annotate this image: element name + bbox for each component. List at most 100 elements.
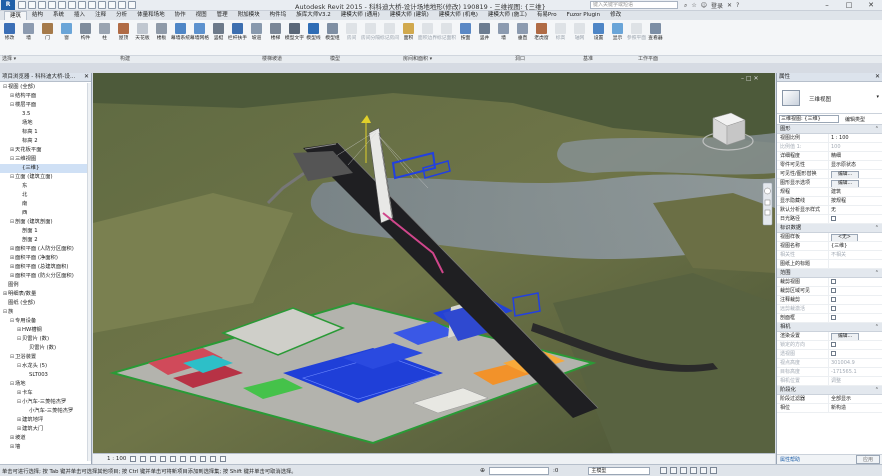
select-pinned-icon[interactable] (680, 467, 688, 474)
help-icon[interactable]: ? (736, 2, 739, 9)
ribbon-tool-button[interactable]: 房间分隔 (361, 21, 380, 55)
tree-item[interactable]: ⊟ 卫浴装置 (0, 353, 91, 362)
property-value[interactable]: 不相关 (829, 251, 882, 259)
property-value[interactable]: 编辑... (829, 170, 882, 178)
tree-item[interactable]: ⊟ 剖面 (建筑剖面) (0, 218, 91, 227)
revit-logo-icon[interactable]: R (1, 0, 15, 10)
tree-item[interactable]: ⊟ 三维视图 (0, 155, 91, 164)
ribbon-tool-button[interactable]: 天花板 (133, 21, 152, 55)
property-edit-button[interactable]: 编辑... (831, 333, 860, 340)
ribbon-panel-label[interactable]: 选择 ▾ (2, 56, 16, 63)
tree-item[interactable]: 北 (0, 191, 91, 200)
visual-style-icon[interactable] (140, 456, 147, 462)
subscription-icon[interactable]: ☆ (691, 2, 696, 9)
ribbon-tab[interactable]: Fuzor Plugin (562, 11, 605, 20)
ribbon-tool-button[interactable]: 按面 (456, 21, 475, 55)
property-value[interactable] (829, 296, 882, 304)
tree-item[interactable]: 标高 2 (0, 137, 91, 146)
project-browser-scrollbar[interactable] (87, 83, 91, 461)
tree-item[interactable]: ⊞ 结构平面 (0, 92, 91, 101)
property-value[interactable]: 显示原状态 (829, 161, 882, 169)
tree-item[interactable]: 图例 (0, 281, 91, 290)
property-value[interactable]: 无 (829, 206, 882, 214)
ribbon-tab[interactable]: 分析 (111, 11, 132, 20)
ribbon-tab[interactable]: 族库大师V3.2 (291, 11, 336, 20)
measure-icon[interactable] (78, 1, 86, 9)
tree-item[interactable]: ⊞ 面积平面 (总建筑面积) (0, 263, 91, 272)
sun-path-icon[interactable] (150, 456, 157, 462)
close-icon[interactable]: ✕ (860, 0, 882, 10)
property-value[interactable] (829, 314, 882, 322)
ribbon-panel-label[interactable]: 构建 (120, 56, 130, 63)
properties-help-link[interactable]: 属性帮助 (780, 456, 800, 463)
ribbon-tab[interactable]: 管理 (212, 11, 233, 20)
tree-item[interactable]: ⊟ 楼层平面 (0, 101, 91, 110)
tree-item[interactable]: 小汽车-三菱帕杰罗 (0, 407, 91, 416)
property-checkbox[interactable] (831, 315, 836, 320)
tree-item[interactable]: ⊞ 建筑地坪 (0, 416, 91, 425)
tree-item[interactable]: ⊞ 面积平面 (净面积) (0, 254, 91, 263)
ribbon-tab[interactable]: 修改 (605, 11, 626, 20)
maximize-icon[interactable]: □ (838, 0, 860, 10)
ribbon-tool-button[interactable]: 墙 (494, 21, 513, 55)
workset-select[interactable] (489, 466, 550, 475)
binoculars-icon[interactable]: ⌕ (684, 2, 687, 10)
property-edit-button[interactable]: 编辑... (831, 180, 860, 187)
ribbon-tab[interactable]: 有易Pro (532, 11, 562, 20)
property-value[interactable] (829, 341, 882, 349)
show-crop-icon[interactable] (190, 456, 197, 462)
property-value[interactable]: 调整 (829, 377, 882, 385)
tree-item[interactable]: ⊞ 天花板平面 (0, 146, 91, 155)
ribbon-tool-button[interactable]: 竖梃 (209, 21, 228, 55)
tree-item[interactable]: 场地 (0, 119, 91, 128)
section-icon[interactable] (108, 1, 116, 9)
shadows-icon[interactable] (160, 456, 167, 462)
property-value[interactable]: 100 (829, 143, 882, 151)
ribbon-tool-button[interactable]: 标记房间 (380, 21, 399, 55)
close-icon[interactable]: ✕ (84, 73, 89, 81)
property-checkbox[interactable] (831, 279, 836, 284)
lock-view-icon[interactable] (200, 456, 207, 462)
thin-lines-icon[interactable] (118, 1, 126, 9)
ribbon-tool-button[interactable]: 垂直 (513, 21, 532, 55)
close-icon[interactable]: ✕ (875, 73, 880, 81)
ribbon-tool-button[interactable]: 显示 (608, 21, 627, 55)
tree-item[interactable]: 图纸 (全部) (0, 299, 91, 308)
ribbon-tab[interactable]: 系统 (48, 11, 69, 20)
ribbon-tool-button[interactable]: 墙 (19, 21, 38, 55)
ribbon-tool-button[interactable]: 柱 (95, 21, 114, 55)
property-value[interactable] (829, 287, 882, 295)
property-value[interactable] (829, 350, 882, 358)
ribbon-tool-button[interactable]: 幕墙系统 (171, 21, 190, 55)
ribbon-tab[interactable]: 注释 (90, 11, 111, 20)
ribbon-tool-button[interactable]: 竖井 (475, 21, 494, 55)
user-icon[interactable]: ☺ (701, 2, 707, 9)
ribbon-tool-button[interactable]: 设置 (589, 21, 608, 55)
tree-item[interactable]: ⊞ 面积平面 (人防分区面积) (0, 245, 91, 254)
ribbon-panel-label[interactable]: 房间和面积 ▾ (403, 56, 432, 63)
tree-item[interactable]: ⊟ 族 (0, 308, 91, 317)
tree-item[interactable]: 贝雷片 (数) (0, 344, 91, 353)
property-value[interactable]: {三维} (829, 242, 882, 250)
collapse-icon[interactable]: ⌃ (875, 125, 879, 134)
tree-item[interactable]: ⊞ 明细表/数量 (0, 290, 91, 299)
open-icon[interactable] (18, 1, 26, 9)
property-value[interactable]: -171565.1 (829, 368, 882, 376)
ribbon-tab[interactable]: 体量和场地 (132, 11, 170, 20)
ribbon-tool-button[interactable]: 模型文字 (285, 21, 304, 55)
temp-hide-icon[interactable] (210, 456, 217, 462)
ribbon-tab[interactable]: 建模大师 (施工) (483, 11, 532, 20)
view-window-controls[interactable]: – □ ✕ (741, 75, 759, 82)
ribbon-tool-button[interactable]: 窗 (57, 21, 76, 55)
property-group[interactable]: 范围 ⌃ (777, 269, 882, 278)
ribbon-tool-button[interactable]: 参照平面 (627, 21, 646, 55)
ribbon-tool-button[interactable]: 楼板 (152, 21, 171, 55)
property-value[interactable]: 1 : 100 (829, 134, 882, 142)
property-value[interactable] (829, 215, 882, 223)
property-value[interactable]: 编辑... (829, 179, 882, 187)
property-group[interactable]: 标识数据 ⌃ (777, 224, 882, 233)
property-group[interactable]: 图形 ⌃ (777, 125, 882, 134)
tree-item[interactable]: 南 (0, 200, 91, 209)
tree-item[interactable]: ⊟ 小汽车-三菱帕杰罗 (0, 398, 91, 407)
select-by-face-icon[interactable] (690, 467, 698, 474)
